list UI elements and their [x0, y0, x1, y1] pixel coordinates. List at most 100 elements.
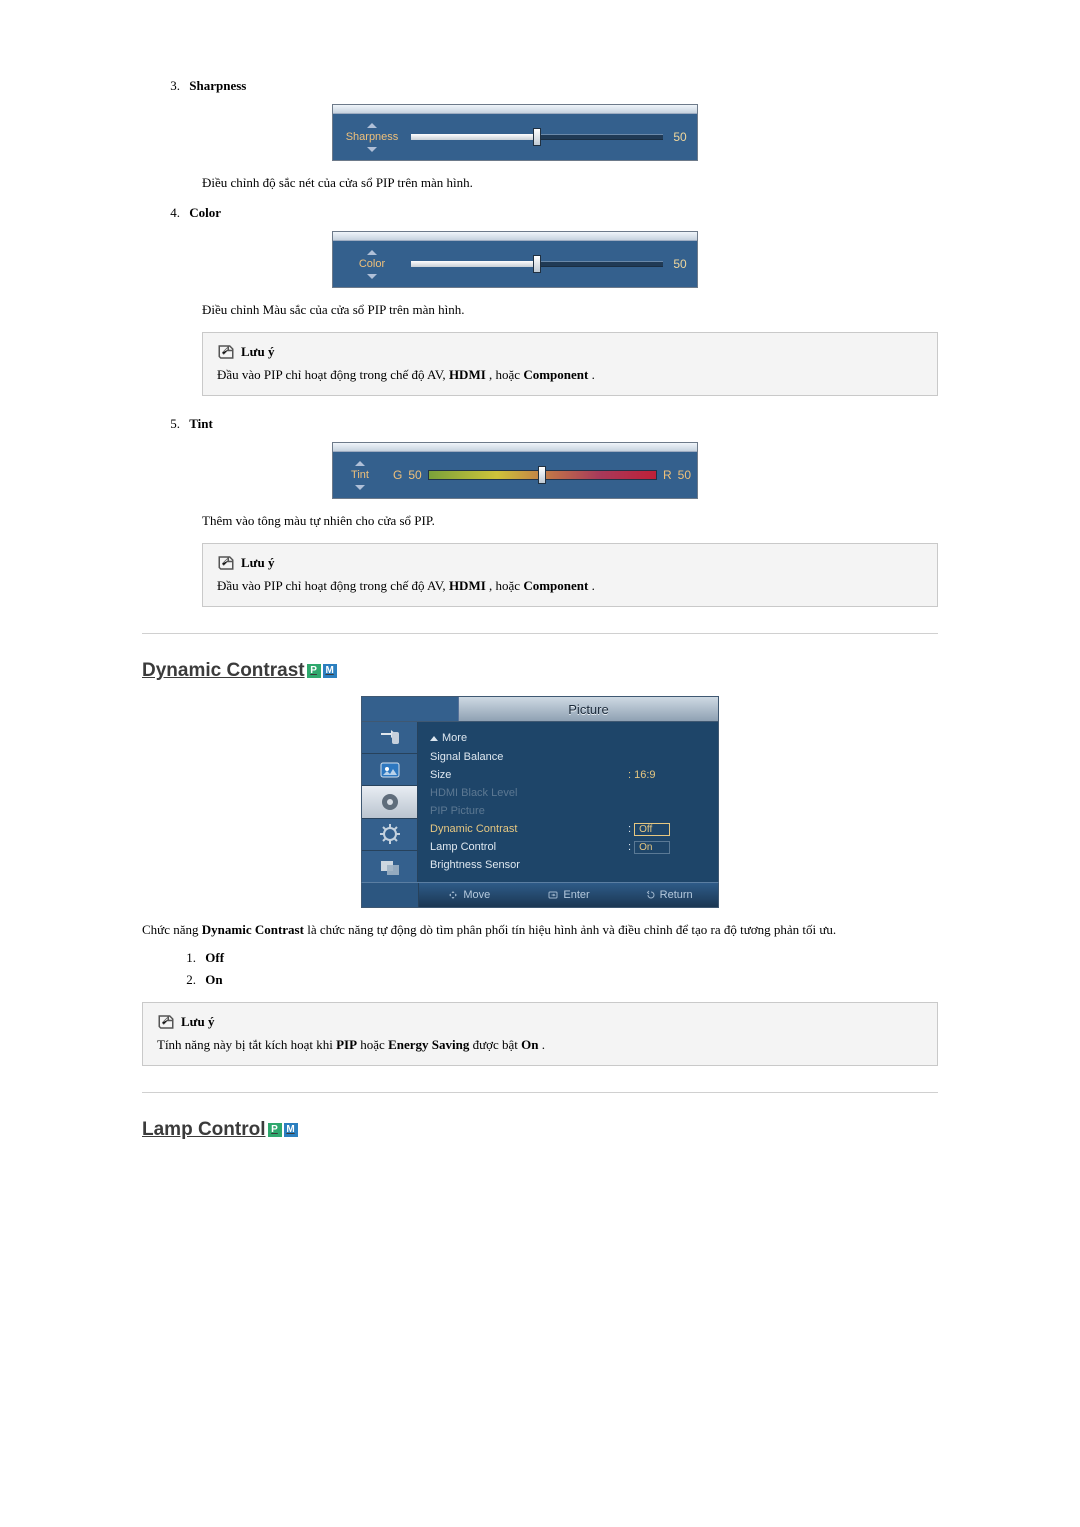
slider-track-wrap [428, 470, 657, 480]
osd-header: Picture [361, 696, 719, 722]
slider-track-wrap [411, 261, 663, 267]
divider [142, 633, 938, 634]
dc-option-off: 1. Off [178, 950, 938, 966]
document-page: 3. Sharpness Sharpness [0, 0, 1080, 1527]
slider-label: Color [359, 259, 385, 270]
osd-sidebar [362, 722, 418, 882]
dc-option-on-label: On [205, 972, 222, 987]
tint-slider-panel: Tint G 50 R 50 [332, 442, 698, 499]
osd-value-text: 16:9 [634, 769, 655, 781]
slider-track[interactable] [411, 134, 663, 140]
return-icon [644, 889, 656, 901]
badge-p-icon: P [268, 1123, 282, 1137]
osd-row-hdmi-black: HDMI Black Level [430, 784, 708, 802]
heading-tint-text: Tint [189, 416, 213, 431]
slider-value: 50 [663, 257, 697, 271]
slider-label: Sharpness [346, 132, 399, 143]
arrow-up-icon [367, 250, 377, 255]
note-text-part: Tính năng này bị tắt kích hoạt khi [157, 1037, 336, 1052]
osd-more[interactable]: More [430, 732, 708, 744]
tint-r-label: R [663, 468, 672, 482]
section-lamp-control: Lamp Control P M [142, 1119, 938, 1141]
section-title-text: Lamp Control [142, 1119, 266, 1141]
slider-knob[interactable] [533, 128, 541, 146]
slider-topbar [333, 443, 697, 452]
osd-row-size[interactable]: Size : 16:9 [430, 766, 708, 784]
item-sharpness: 3. Sharpness Sharpness [162, 78, 938, 191]
osd-row-dynamic-contrast[interactable]: Dynamic Contrast : Off [430, 820, 708, 838]
note-text-part: . [592, 367, 595, 382]
note-header: Lưu ý [217, 554, 923, 572]
osd-row-signal-balance[interactable]: Signal Balance [430, 748, 708, 766]
osd-value-box: On [634, 841, 670, 854]
note-title: Lưu ý [241, 344, 274, 360]
slider-label-group[interactable]: Tint [333, 461, 387, 490]
slider-body: Color 50 [333, 241, 697, 287]
slider-label-group[interactable]: Sharpness [333, 123, 411, 152]
num-2: 2. [178, 972, 196, 988]
osd-header-title: Picture [459, 697, 718, 721]
osd-footer: Move Enter Return [361, 882, 719, 908]
osd-label: PIP Picture [430, 805, 628, 817]
badge-m-icon: M [284, 1123, 298, 1137]
num-1: 1. [178, 950, 196, 966]
osd-more-label: More [442, 732, 467, 744]
tint-slider-track[interactable] [428, 470, 657, 480]
osd-value: : On [628, 841, 708, 854]
osd-picture-menu: Picture [361, 696, 719, 908]
osd-setup-icon[interactable] [362, 819, 417, 851]
note-title: Lưu ý [241, 555, 274, 571]
note-text-bold: Energy Saving [388, 1037, 469, 1052]
slider-label-group[interactable]: Color [333, 250, 411, 279]
osd-multi-icon[interactable] [362, 851, 417, 882]
osd-sound-icon[interactable] [362, 786, 417, 818]
osd-row-pip-picture: PIP Picture [430, 802, 708, 820]
osd-picture-icon[interactable] [362, 754, 417, 786]
osd-row-lamp-control[interactable]: Lamp Control : On [430, 838, 708, 856]
slider-knob[interactable] [538, 466, 546, 484]
note-text-part: được bật [473, 1037, 522, 1052]
tint-g-value: 50 [408, 468, 421, 482]
dc-option-on: 2. On [178, 972, 938, 988]
note-text: Tính năng này bị tắt kích hoạt khi PIP h… [157, 1037, 923, 1053]
color-slider-panel: Color 50 [332, 231, 698, 288]
osd-row-brightness-sensor[interactable]: Brightness Sensor [430, 856, 708, 874]
osd-footer-return: Return [618, 889, 718, 901]
note-pip-2: Lưu ý Đầu vào PIP chỉ hoạt động trong ch… [202, 543, 938, 607]
num-3: 3. [162, 78, 180, 94]
osd-input-icon[interactable] [362, 722, 417, 754]
move-icon [447, 889, 459, 901]
slider-knob[interactable] [533, 255, 541, 273]
note-text-bold: Component [523, 578, 588, 593]
osd-content: More Signal Balance Size : 16:9 HDMI Bla… [418, 722, 718, 882]
heading-tint: 5. Tint [162, 416, 938, 432]
note-icon [157, 1013, 175, 1031]
note-text-bold: On [521, 1037, 538, 1052]
osd-label: Brightness Sensor [430, 859, 628, 871]
dc-options: 1. Off 2. On [142, 950, 938, 988]
osd-footer-return-label: Return [660, 889, 693, 901]
osd-footer-move: Move [419, 889, 519, 901]
tint-r-group: R 50 [657, 468, 697, 482]
osd-footer-enter: Enter [519, 889, 619, 901]
osd-label: Signal Balance [430, 751, 628, 763]
dc-option-off-label: Off [205, 950, 224, 965]
osd-body: More Signal Balance Size : 16:9 HDMI Bla… [361, 722, 719, 882]
sharpness-slider-panel: Sharpness 50 [332, 104, 698, 161]
item-tint: 5. Tint Tint G 50 [162, 416, 938, 607]
note-icon [217, 554, 235, 572]
tint-g-label: G [393, 468, 402, 482]
slider-track[interactable] [411, 261, 663, 267]
note-text-part: , hoặc [489, 367, 523, 382]
divider [142, 1092, 938, 1093]
arrow-up-icon [430, 736, 438, 741]
heading-sharpness: 3. Sharpness [162, 78, 938, 94]
item-color: 4. Color Color [162, 205, 938, 396]
tint-r-value: 50 [678, 468, 691, 482]
osd-footer-move-label: Move [463, 889, 490, 901]
arrow-up-icon [355, 461, 365, 466]
osd-label: HDMI Black Level [430, 787, 628, 799]
note-text-part: Đầu vào PIP chỉ hoạt động trong chế độ A… [217, 578, 449, 593]
dynamic-contrast-desc: Chức năng Dynamic Contrast là chức năng … [142, 922, 938, 938]
note-text: Đầu vào PIP chỉ hoạt động trong chế độ A… [217, 578, 923, 594]
